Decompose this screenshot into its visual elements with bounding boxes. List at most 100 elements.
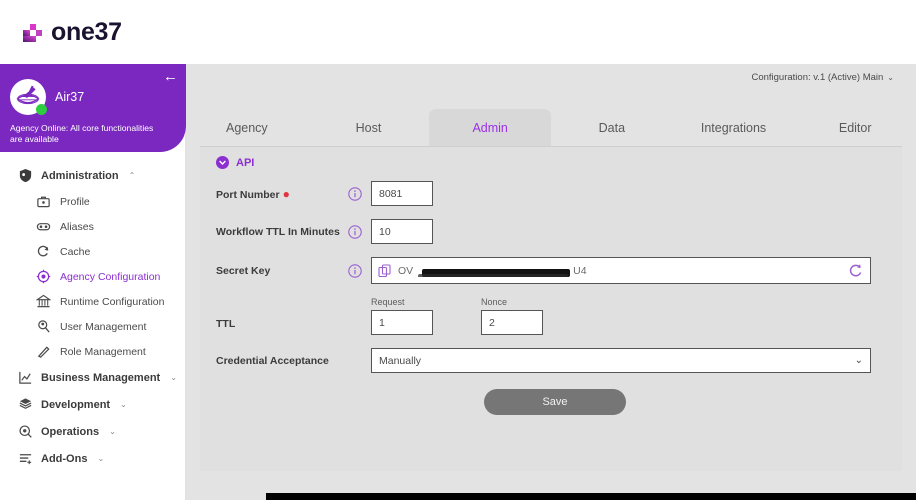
bottom-black-bar xyxy=(266,493,916,500)
secret-key-label: Secret Key xyxy=(216,264,271,277)
tab-data[interactable]: Data xyxy=(551,109,673,146)
sidebar-group-operations[interactable]: Operations ⌄ xyxy=(0,418,185,445)
sidebar-item-label: Aliases xyxy=(60,220,94,233)
sidebar-item-runtime-configuration[interactable]: Runtime Configuration xyxy=(0,289,185,314)
ttl-nonce-input[interactable] xyxy=(481,310,543,335)
sidebar-item-cache[interactable]: Cache xyxy=(0,239,185,264)
shield-user-icon xyxy=(19,168,32,183)
agency-card: ← Air37 Agency Online: All core function… xyxy=(0,64,186,152)
workflow-ttl-input[interactable] xyxy=(371,219,433,244)
port-number-label: Port Number ● xyxy=(216,186,290,201)
tab-admin[interactable]: Admin xyxy=(429,109,552,146)
tab-editor[interactable]: Editor xyxy=(794,109,916,146)
tab-host[interactable]: Host xyxy=(308,109,430,146)
chevron-up-icon: ⌃ xyxy=(128,171,136,180)
sidebar-group-business-management[interactable]: Business Management ⌄ xyxy=(0,364,185,391)
gear-target-icon xyxy=(36,269,51,284)
ttl-request-group: Request xyxy=(371,297,433,335)
sidebar-item-aliases[interactable]: Aliases xyxy=(0,214,185,239)
secret-key-field[interactable]: OV U4 xyxy=(371,257,871,284)
credential-acceptance-label: Credential Acceptance xyxy=(216,354,329,367)
chevron-down-icon: ⌄ xyxy=(109,427,116,436)
status-online-dot xyxy=(36,104,47,115)
chart-analytics-icon xyxy=(19,371,32,384)
sidebar-item-user-management[interactable]: User Management xyxy=(0,314,185,339)
info-icon[interactable] xyxy=(348,186,362,201)
field-credential-acceptance: Credential Acceptance Manually ⌄ xyxy=(216,348,902,373)
brand-logo[interactable]: one37 xyxy=(22,17,122,46)
credential-acceptance-select[interactable]: Manually xyxy=(371,348,871,373)
sidebar-group-add-ons[interactable]: Add-Ons ⌄ xyxy=(0,445,185,472)
briefcase-icon xyxy=(37,196,50,208)
port-number-input[interactable] xyxy=(371,181,433,206)
tab-agency[interactable]: Agency xyxy=(186,109,308,146)
sidebar-item-label: Role Management xyxy=(60,345,146,358)
sidebar-group-label: Administration xyxy=(41,169,119,182)
goggles-icon xyxy=(36,223,51,231)
sidebar-item-label: Runtime Configuration xyxy=(60,295,165,308)
sidebar-group-label: Business Management xyxy=(41,371,161,384)
refresh-cycle-icon xyxy=(37,245,49,257)
ttl-label: TTL xyxy=(216,318,236,330)
one37-mark-icon xyxy=(23,24,42,42)
configuration-label: Configuration: v.1 (Active) Main xyxy=(751,72,884,83)
sidebar-item-profile[interactable]: Profile xyxy=(0,189,185,214)
sidebar-item-label: Cache xyxy=(60,245,91,258)
chevron-down-icon: ⌄ xyxy=(887,73,894,82)
api-form: Port Number● Workflow TTL In Minutes xyxy=(200,169,902,415)
workflow-ttl-label: Workflow TTL In Minutes xyxy=(216,225,340,238)
required-marker: ● xyxy=(282,186,290,201)
sidebar-item-agency-configuration[interactable]: Agency Configuration xyxy=(0,264,185,289)
app-root: one37 ← Air37 Agency Online: All core fu… xyxy=(0,0,916,500)
api-settings-panel: API Port Number● Workf xyxy=(200,146,902,471)
field-ttl: TTL Request Nonce xyxy=(216,297,902,335)
api-section-header[interactable]: API xyxy=(200,147,902,169)
credential-acceptance-select-wrap: Manually ⌄ xyxy=(371,348,871,373)
api-section-title: API xyxy=(236,156,255,169)
list-plus-icon xyxy=(19,454,32,465)
info-icon[interactable] xyxy=(348,263,362,278)
ttl-nonce-group: Nonce xyxy=(481,297,543,335)
sidebar-group-label: Development xyxy=(41,398,111,411)
chevron-down-icon: ⌄ xyxy=(170,373,177,382)
ttl-nonce-caption: Nonce xyxy=(481,297,508,307)
redaction-overlay xyxy=(418,268,570,277)
copy-icon[interactable] xyxy=(378,263,392,278)
sidebar-group-administration[interactable]: Administration ⌃ xyxy=(0,162,185,189)
gear-magnifier-icon xyxy=(19,425,32,438)
agency-status-text: Agency Online: All core functionalities … xyxy=(10,123,154,145)
chevron-down-icon: ⌄ xyxy=(120,400,127,409)
arrow-left-icon[interactable]: ← xyxy=(163,69,178,84)
tab-integrations[interactable]: Integrations xyxy=(673,109,795,146)
main-content: Configuration: v.1 (Active) Main ⌄ Agenc… xyxy=(186,64,916,500)
secret-key-value: OV U4 xyxy=(398,264,587,277)
field-port-number: Port Number ● xyxy=(216,181,902,206)
info-icon[interactable] xyxy=(348,224,362,239)
avatar[interactable] xyxy=(10,79,47,115)
field-secret-key: Secret Key OV U4 xyxy=(216,257,902,284)
left-sidebar: ← Air37 Agency Online: All core function… xyxy=(0,64,186,500)
top-brand-bar: one37 xyxy=(0,0,916,64)
field-workflow-ttl: Workflow TTL In Minutes xyxy=(216,219,902,244)
agency-name: Air37 xyxy=(55,90,85,104)
sidebar-item-label: Profile xyxy=(60,195,90,208)
database-cube-icon xyxy=(19,398,32,409)
agency-identity: Air37 xyxy=(10,79,176,115)
pen-slash-icon xyxy=(37,346,50,358)
sidebar-group-development[interactable]: Development ⌄ xyxy=(0,391,185,418)
ttl-request-caption: Request xyxy=(371,297,405,307)
chevron-down-icon: ⌄ xyxy=(97,454,105,463)
sidebar-nav: Administration ⌃ Profile Aliases Cache A… xyxy=(0,152,185,472)
tab-bar: Agency Host Admin Data Integrations Edit… xyxy=(186,102,916,146)
regenerate-icon[interactable] xyxy=(847,262,864,279)
bank-building-icon xyxy=(36,294,51,308)
sidebar-item-role-management[interactable]: Role Management xyxy=(0,339,185,364)
ttl-request-input[interactable] xyxy=(371,310,433,335)
configuration-selector[interactable]: Configuration: v.1 (Active) Main ⌄ xyxy=(751,72,894,83)
sidebar-item-label: User Management xyxy=(60,320,147,333)
brand-name: one37 xyxy=(51,17,122,46)
sidebar-item-label: Agency Configuration xyxy=(60,270,161,283)
save-button-row: Save xyxy=(216,389,902,415)
chevron-down-circle-icon[interactable] xyxy=(216,156,229,169)
save-button[interactable]: Save xyxy=(484,389,626,415)
